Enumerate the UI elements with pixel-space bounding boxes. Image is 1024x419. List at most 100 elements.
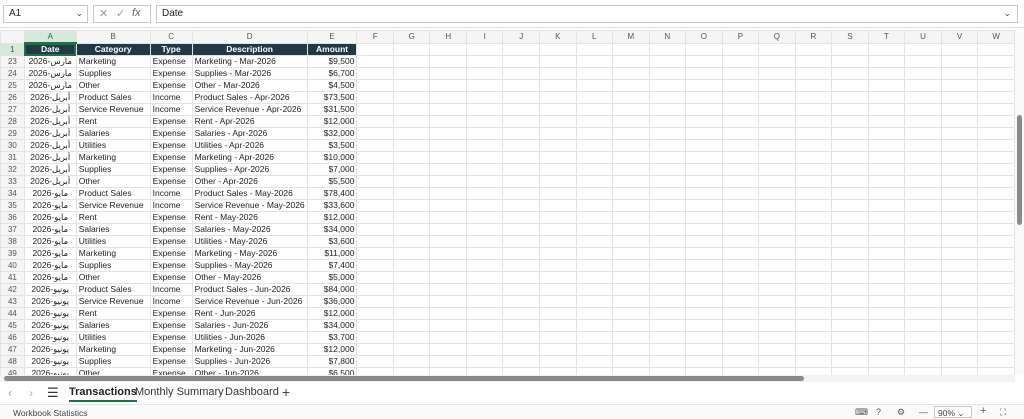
empty-cell[interactable] xyxy=(575,307,613,320)
row-header[interactable]: 37 xyxy=(0,223,25,236)
empty-cell[interactable] xyxy=(575,211,613,224)
empty-cell[interactable] xyxy=(575,343,613,356)
cell-description[interactable]: Other - Jun-2026 xyxy=(191,367,308,375)
empty-cell[interactable] xyxy=(466,211,504,224)
empty-cell[interactable] xyxy=(356,163,394,176)
empty-cell[interactable] xyxy=(392,343,431,356)
cell-type[interactable]: Expense xyxy=(149,211,193,224)
keyboard-icon[interactable]: ⌨ xyxy=(855,407,868,418)
empty-cell[interactable] xyxy=(867,283,906,296)
cell-date[interactable]: يونيو-2026 xyxy=(23,295,77,308)
cell-amount[interactable]: $7,000 xyxy=(306,163,358,176)
empty-cell[interactable] xyxy=(904,79,942,92)
empty-cell[interactable] xyxy=(612,187,650,200)
empty-cell[interactable] xyxy=(758,307,796,320)
empty-cell[interactable] xyxy=(794,307,833,320)
empty-cell[interactable] xyxy=(867,55,906,68)
empty-cell[interactable] xyxy=(612,295,650,308)
empty-cell[interactable] xyxy=(794,247,833,260)
empty-cell[interactable] xyxy=(867,91,906,104)
empty-cell[interactable] xyxy=(794,42,833,56)
header-cell-description[interactable]: Description xyxy=(191,42,308,56)
empty-cell[interactable] xyxy=(648,187,687,200)
cell-amount[interactable]: $5,500 xyxy=(306,175,358,188)
empty-cell[interactable] xyxy=(575,355,613,368)
empty-cell[interactable] xyxy=(538,151,577,164)
cell-description[interactable]: Supplies - Apr-2026 xyxy=(191,163,308,176)
empty-cell[interactable] xyxy=(648,127,687,140)
empty-cell[interactable] xyxy=(466,355,504,368)
empty-cell[interactable] xyxy=(502,259,540,272)
empty-cell[interactable] xyxy=(940,307,979,320)
empty-cell[interactable] xyxy=(648,319,687,332)
empty-cell[interactable] xyxy=(356,199,394,212)
cell-date[interactable]: أبريل-2026 xyxy=(23,175,77,188)
empty-cell[interactable] xyxy=(538,139,577,152)
empty-cell[interactable] xyxy=(977,139,1015,152)
empty-cell[interactable] xyxy=(721,271,760,284)
empty-cell[interactable] xyxy=(794,271,833,284)
empty-cell[interactable] xyxy=(867,151,906,164)
empty-cell[interactable] xyxy=(502,331,540,344)
cell-description[interactable]: Utilities - May-2026 xyxy=(191,235,308,248)
cell-type[interactable]: Expense xyxy=(149,307,193,320)
empty-cell[interactable] xyxy=(721,199,760,212)
empty-cell[interactable] xyxy=(466,187,504,200)
chevron-down-icon[interactable]: ⌄ xyxy=(75,8,83,19)
empty-cell[interactable] xyxy=(538,295,577,308)
column-header-k[interactable]: K xyxy=(538,30,577,44)
prev-sheet-button[interactable]: ‹ xyxy=(8,386,12,400)
empty-cell[interactable] xyxy=(648,331,687,344)
empty-cell[interactable] xyxy=(904,115,942,128)
empty-cell[interactable] xyxy=(685,67,723,80)
empty-cell[interactable] xyxy=(831,67,869,80)
cell-date[interactable]: أبريل-2026 xyxy=(23,115,77,128)
column-header-h[interactable]: H xyxy=(429,30,468,44)
empty-cell[interactable] xyxy=(538,55,577,68)
empty-cell[interactable] xyxy=(685,223,723,236)
empty-cell[interactable] xyxy=(538,223,577,236)
cell-type[interactable]: Expense xyxy=(149,163,193,176)
add-icon[interactable]: + xyxy=(282,384,290,400)
empty-cell[interactable] xyxy=(466,283,504,296)
empty-cell[interactable] xyxy=(356,115,394,128)
empty-cell[interactable] xyxy=(758,295,796,308)
empty-cell[interactable] xyxy=(392,91,431,104)
empty-cell[interactable] xyxy=(867,367,906,375)
row-header[interactable]: 36 xyxy=(0,211,25,224)
empty-cell[interactable] xyxy=(392,163,431,176)
empty-cell[interactable] xyxy=(904,331,942,344)
empty-cell[interactable] xyxy=(831,223,869,236)
empty-cell[interactable] xyxy=(502,79,540,92)
empty-cell[interactable] xyxy=(794,319,833,332)
cell-amount[interactable]: $33,600 xyxy=(306,199,358,212)
row-header[interactable]: 48 xyxy=(0,355,25,368)
empty-cell[interactable] xyxy=(575,79,613,92)
empty-cell[interactable] xyxy=(758,42,796,56)
empty-cell[interactable] xyxy=(502,175,540,188)
empty-cell[interactable] xyxy=(429,175,468,188)
empty-cell[interactable] xyxy=(794,343,833,356)
empty-cell[interactable] xyxy=(758,331,796,344)
row-header[interactable]: 28 xyxy=(0,115,25,128)
empty-cell[interactable] xyxy=(977,42,1015,56)
empty-cell[interactable] xyxy=(356,355,394,368)
cell-description[interactable]: Other - Mar-2026 xyxy=(191,79,308,92)
cell-description[interactable]: Rent - May-2026 xyxy=(191,211,308,224)
empty-cell[interactable] xyxy=(940,247,979,260)
column-header-p[interactable]: P xyxy=(721,30,760,44)
empty-cell[interactable] xyxy=(356,103,394,116)
empty-cell[interactable] xyxy=(575,283,613,296)
cell-type[interactable]: Income xyxy=(149,283,193,296)
empty-cell[interactable] xyxy=(940,115,979,128)
empty-cell[interactable] xyxy=(648,163,687,176)
header-cell-date[interactable]: Date xyxy=(23,42,77,56)
empty-cell[interactable] xyxy=(904,367,942,375)
empty-cell[interactable] xyxy=(575,91,613,104)
empty-cell[interactable] xyxy=(575,127,613,140)
empty-cell[interactable] xyxy=(612,211,650,224)
empty-cell[interactable] xyxy=(648,103,687,116)
empty-cell[interactable] xyxy=(392,259,431,272)
cell-category[interactable]: Supplies xyxy=(75,67,151,80)
empty-cell[interactable] xyxy=(867,175,906,188)
